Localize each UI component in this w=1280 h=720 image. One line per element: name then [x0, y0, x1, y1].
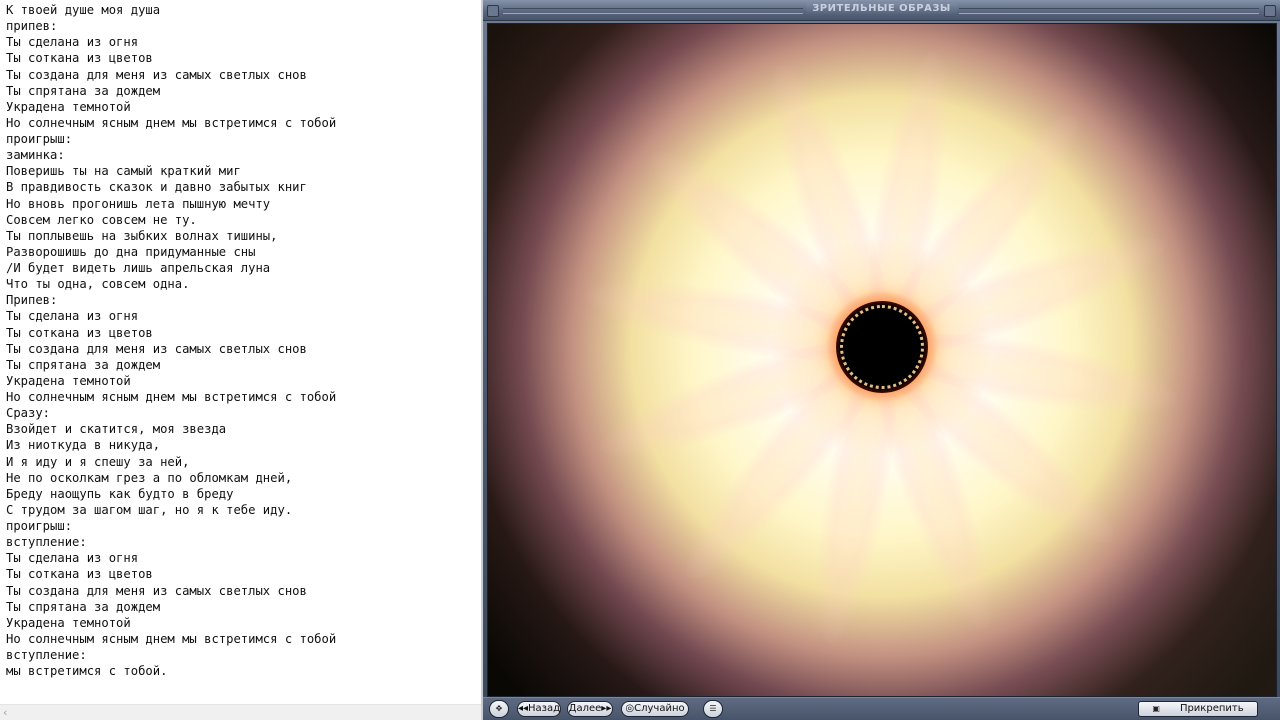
lyric-line: Ты спрятана за дождем: [6, 357, 161, 372]
lyric-line: Но солнечным ясным днем мы встретимся с …: [6, 631, 337, 646]
lyric-line: И я иду и я спешу за ней,: [6, 454, 190, 469]
lyric-line: проигрыш:: [6, 132, 73, 146]
lyric-line: Ты спрятана за дождем: [6, 83, 161, 98]
visualization-canvas[interactable]: [487, 23, 1277, 697]
lyric-line: В правдивость сказок и давно забытых кни…: [6, 180, 307, 195]
lyric-line: Ты поплывешь на зыбких волнах тишины,: [6, 228, 278, 243]
next-button[interactable]: Далее▸▸: [567, 701, 613, 717]
back-button[interactable]: ◂◂Назад: [517, 701, 561, 717]
lyric-line: Ты создана для меня из самых светлых сно…: [6, 67, 307, 82]
lyric-line: Ты создана для меня из самых светлых сно…: [6, 583, 307, 598]
lyric-line: Украдена темнотой: [6, 373, 131, 388]
lyric-line: мы встретимся с тобой.: [6, 664, 168, 679]
visualization-title: ЗРИТЕЛЬНЫЕ ОБРАЗЫ: [483, 3, 1280, 14]
lyric-line: Поверишь ты на самый краткий миг: [6, 164, 241, 179]
lyrics-text[interactable]: К твоей душе моя душа припев: Ты сделана и…: [6, 2, 481, 679]
lyric-line: Припев:: [6, 293, 58, 308]
lyric-line: Бреду наощупь как будто в бреду: [6, 486, 234, 501]
lyric-line: Ты соткана из цветов: [6, 51, 153, 66]
lyric-line: Украдена темнотой: [6, 99, 131, 114]
lyric-line: Не по осколкам грез а по обломкам дней,: [6, 470, 293, 485]
lyric-line: Ты соткана из цветов: [6, 325, 153, 340]
lyric-line: К твоей душе моя душа: [6, 3, 161, 17]
pin-button-label: Прикрепить: [1179, 703, 1244, 714]
visualization-title-label: ЗРИТЕЛЬНЫЕ ОБРАЗЫ: [806, 3, 957, 14]
menu-list-icon[interactable]: ☰: [703, 700, 723, 718]
lyric-line: заминка:: [6, 148, 65, 163]
move-handle-icon[interactable]: ✥: [489, 700, 509, 718]
visualization-titlebar[interactable]: ЗРИТЕЛЬНЫЕ ОБРАЗЫ: [483, 0, 1280, 21]
lyric-line: Украдена темнотой: [6, 615, 131, 630]
visualization-core-sparkles: [840, 304, 924, 389]
lyric-line: Разворошишь до дна придуманные сны: [6, 244, 256, 259]
lyric-line: Сразу:: [6, 406, 51, 421]
lyric-line: вступление:: [6, 535, 87, 550]
lyric-line: Но солнечным ясным днем мы встретимся с …: [6, 390, 337, 404]
lyric-line: припев:: [6, 19, 58, 34]
window-close-icon[interactable]: [1264, 5, 1276, 17]
lyric-line: Ты сделана из огня: [6, 309, 139, 324]
pin-button[interactable]: ▣ Прикрепить: [1138, 701, 1258, 717]
lyric-line: Совсем легко совсем не ту.: [6, 212, 197, 227]
lyric-line: Ты сделана из огня: [6, 35, 139, 50]
lyrics-text-editor[interactable]: К твоей душе моя душа припев: Ты сделана и…: [0, 0, 481, 720]
lyric-line: Но вновь прогонишь лета пышную мечту: [6, 196, 271, 211]
horizontal-scrollbar[interactable]: ‹: [0, 704, 481, 720]
lyric-line: Но солнечным ясным днем мы встретимся с …: [6, 115, 337, 130]
random-button[interactable]: ◎Случайно: [621, 701, 689, 717]
visualization-toolbar: ✥ ◂◂Назад Далее▸▸ ◎Случайно ☰ ▣ Прикрепит…: [483, 697, 1280, 720]
lyric-line: Ты сделана из огня: [6, 551, 139, 566]
visualization-window: ЗРИТЕЛЬНЫЕ ОБРАЗЫ ✥ ◂◂Назад Далее▸▸ ◎Слу…: [483, 0, 1280, 720]
lyric-line: Что ты одна, совсем одна.: [6, 277, 190, 292]
lyric-line: Взойдет и скатится, моя звезда: [6, 422, 227, 437]
lyric-line: Из ниоткуда в никуда,: [6, 438, 161, 453]
lyric-line: Ты создана для меня из самых светлых сно…: [6, 341, 307, 356]
lyric-line: Ты спрятана за дождем: [6, 599, 161, 614]
scroll-left-arrow-icon[interactable]: ‹: [3, 705, 7, 720]
lyric-line: вступление:: [6, 648, 87, 662]
pin-icon: ▣: [1152, 704, 1160, 713]
lyric-line: проигрыш:: [6, 519, 73, 533]
lyric-line: /И будет видеть лишь апрельская луна: [6, 261, 271, 275]
lyric-line: С трудом за шагом шаг, но я к тебе иду.: [6, 502, 293, 517]
lyric-line: Ты соткана из цветов: [6, 567, 153, 582]
